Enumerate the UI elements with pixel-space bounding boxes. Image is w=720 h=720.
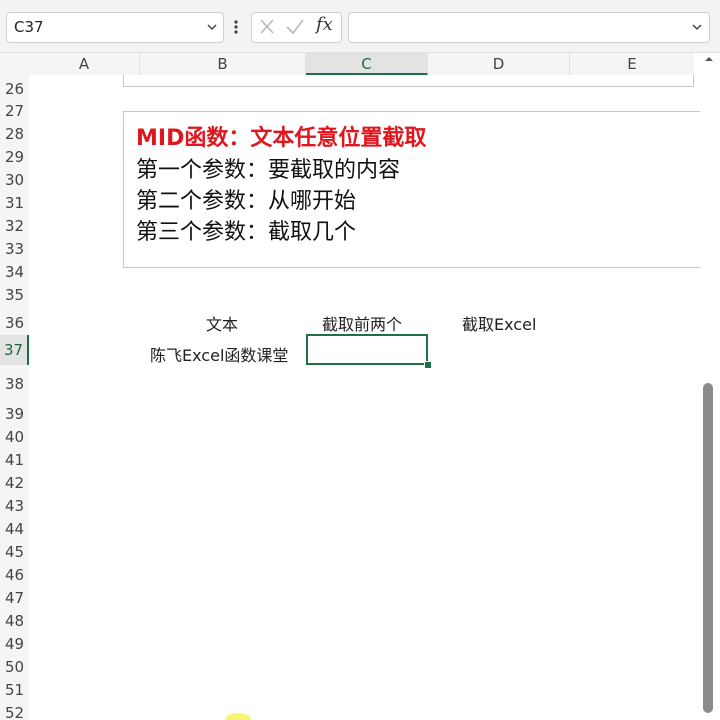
row-header-37[interactable]: 37: [0, 335, 29, 365]
excel-window: C37 fx A B C D E 26 27 28 29 30 31 32 33…: [0, 0, 720, 720]
name-box[interactable]: C37: [6, 12, 224, 43]
vertical-dots-icon[interactable]: [233, 17, 239, 37]
check-icon[interactable]: [285, 16, 305, 43]
close-icon[interactable]: [258, 16, 276, 43]
row-header-36[interactable]: 36: [0, 311, 29, 335]
column-header-e[interactable]: E: [570, 53, 694, 75]
row-header-46[interactable]: 46: [0, 564, 29, 586]
row-header-32[interactable]: 32: [0, 215, 29, 237]
chevron-down-icon[interactable]: [691, 13, 703, 53]
row-header-26[interactable]: 26: [0, 78, 29, 100]
textbox-line-2: 第二个参数：从哪开始: [136, 189, 357, 214]
cell-c36[interactable]: 截取前两个: [322, 311, 402, 335]
row-header-44[interactable]: 44: [0, 518, 29, 540]
column-header-d[interactable]: D: [428, 53, 570, 75]
row-header-43[interactable]: 43: [0, 495, 29, 517]
row-header-29[interactable]: 29: [0, 146, 29, 168]
column-header-b[interactable]: B: [140, 53, 306, 75]
name-box-value: C37: [14, 18, 44, 36]
row-header-50[interactable]: 50: [0, 656, 29, 678]
worksheet-grid[interactable]: MID函数：文本任意位置截取 第一个参数：要截取的内容 第二个参数：从哪开始 第…: [29, 75, 700, 720]
cell-d36[interactable]: 截取Excel: [462, 311, 536, 335]
formula-buttons: fx: [251, 12, 342, 43]
row-header-42[interactable]: 42: [0, 472, 29, 494]
cell-b37[interactable]: 陈飞Excel函数课堂: [150, 342, 288, 366]
active-cell-c37[interactable]: [306, 334, 428, 365]
select-all-corner[interactable]: [0, 53, 29, 75]
formula-input[interactable]: [348, 12, 710, 43]
row-header-48[interactable]: 48: [0, 610, 29, 632]
row-header-47[interactable]: 47: [0, 587, 29, 609]
row-header-33[interactable]: 33: [0, 238, 29, 260]
row-header-41[interactable]: 41: [0, 449, 29, 471]
row-header-35[interactable]: 35: [0, 284, 29, 306]
row-header-39[interactable]: 39: [0, 403, 29, 425]
column-header-c[interactable]: C: [306, 53, 428, 75]
row-header-27[interactable]: 27: [0, 100, 29, 122]
fill-handle[interactable]: [424, 361, 432, 369]
row-header-30[interactable]: 30: [0, 169, 29, 191]
row-header-28[interactable]: 28: [0, 123, 29, 145]
row-header-52[interactable]: 52: [0, 702, 29, 720]
cell-b36[interactable]: 文本: [206, 311, 238, 335]
textbox-shape-above[interactable]: [123, 75, 694, 87]
column-header-a[interactable]: A: [29, 53, 140, 75]
textbox-line-1: 第一个参数：要截取的内容: [136, 158, 401, 183]
row-header-31[interactable]: 31: [0, 192, 29, 214]
textbox-title: MID函数：文本任意位置截取: [136, 126, 427, 151]
cursor-highlight: [225, 713, 251, 720]
chevron-down-icon[interactable]: [206, 13, 218, 53]
row-headers: 26 27 28 29 30 31 32 33 34 35 36 37 38 3…: [0, 75, 29, 720]
row-header-34[interactable]: 34: [0, 261, 29, 283]
row-header-40[interactable]: 40: [0, 426, 29, 448]
vertical-scrollbar[interactable]: [700, 53, 720, 720]
row-header-38[interactable]: 38: [0, 373, 29, 395]
scrollbar-thumb[interactable]: [703, 383, 713, 713]
row-header-45[interactable]: 45: [0, 541, 29, 563]
row-header-49[interactable]: 49: [0, 633, 29, 655]
formula-bar: C37 fx: [0, 0, 720, 53]
scroll-up-icon[interactable]: [704, 55, 714, 66]
mid-function-textbox[interactable]: MID函数：文本任意位置截取 第一个参数：要截取的内容 第二个参数：从哪开始 第…: [123, 111, 700, 268]
column-headers: A B C D E: [29, 53, 694, 75]
textbox-line-3: 第三个参数：截取几个: [136, 220, 357, 245]
row-header-51[interactable]: 51: [0, 679, 29, 701]
insert-function-button[interactable]: fx: [316, 14, 333, 35]
